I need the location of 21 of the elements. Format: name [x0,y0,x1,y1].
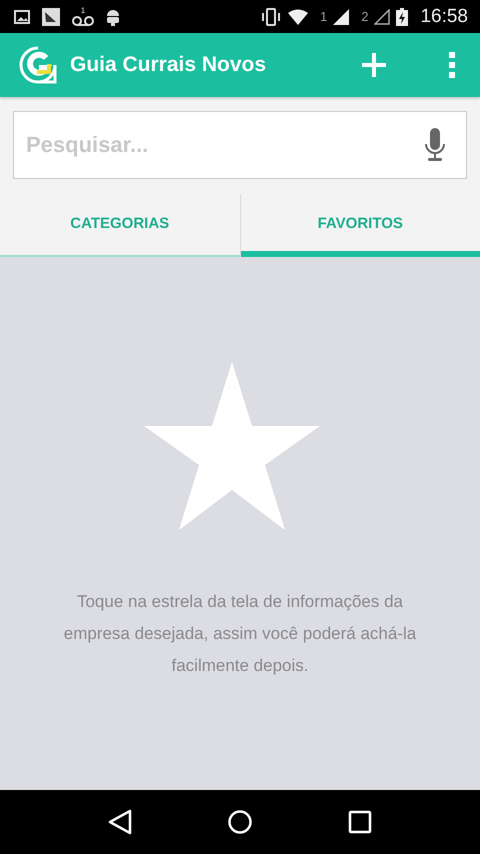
tab[interactable]: FAVORITOS [240,194,480,257]
sim-number: 1 [320,9,328,24]
image-icon [14,10,30,24]
recent-apps-icon[interactable] [348,810,372,834]
tab[interactable]: CATEGORIAS [0,194,240,257]
voicemail-count: 1 [80,6,86,14]
app-title: Guia Currais Novos [70,53,268,77]
clock: 16:58 [420,6,468,28]
home-icon[interactable] [226,809,253,835]
microphone-icon[interactable] [425,128,445,162]
empty-state-message: Toque na estrela da tela de informações da empresa desejada, assim você poderá achá-la facilmente depois. [62,591,418,677]
logo-icon [19,46,57,84]
voicemail-icon [72,14,94,26]
battery-icon [396,8,408,26]
vibrate-icon [260,8,282,26]
wifi-icon [288,8,308,24]
signal-icon [333,8,350,24]
star-icon [144,362,320,530]
back-icon[interactable] [108,809,132,835]
signal-icon [374,8,390,24]
sim-number: 2 [361,9,368,24]
